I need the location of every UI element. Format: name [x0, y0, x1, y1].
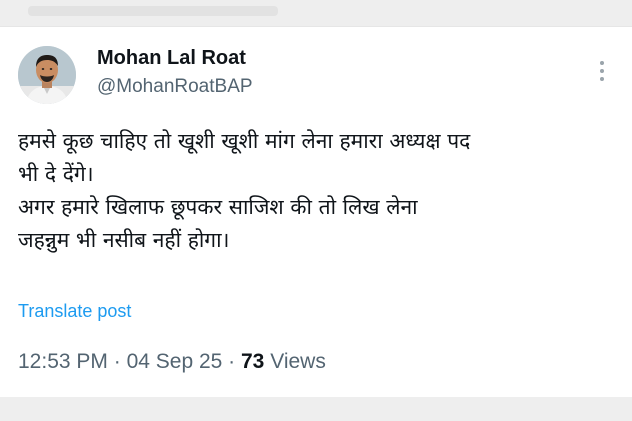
post-text-line: हमसे कूछ चाहिए तो खूशी खूशी मांग लेना हम…: [18, 129, 471, 153]
post-text-line: अगर हमारे खिलाफ छूपकर साजिश की तो लिख ले…: [18, 195, 418, 219]
post-text-line: भी दे देंगे।: [18, 162, 94, 186]
views-label: Views: [270, 350, 326, 373]
avatar[interactable]: [18, 46, 76, 104]
post-date[interactable]: 04 Sep 25: [127, 350, 223, 373]
more-dot: [600, 61, 604, 65]
post-time[interactable]: 12:53 PM: [18, 350, 108, 373]
author-handle[interactable]: @MohanRoatBAP: [97, 76, 253, 98]
post-text: हमसे कूछ चाहिए तो खूशी खूशी मांग लेना हम…: [18, 125, 618, 257]
profile-photo-icon: [18, 46, 76, 104]
more-dot: [600, 69, 604, 73]
views-count: 73: [241, 350, 265, 373]
post-text-line: जहन्नुम भी नसीब नहीं होगा।: [18, 228, 230, 252]
author-name[interactable]: Mohan Lal Roat: [97, 47, 246, 70]
post-metadata: 12:53 PM · 04 Sep 25 · 73 Views: [18, 350, 326, 374]
meta-separator: ·: [222, 350, 241, 373]
post-card: Mohan Lal Roat @MohanRoatBAP हमसे कूछ चा…: [0, 26, 632, 398]
meta-separator: ·: [107, 350, 127, 373]
bottom-background-strip: [0, 397, 632, 421]
top-background-strip: [0, 0, 632, 26]
more-dot: [600, 77, 604, 81]
cropped-content-blur: [28, 6, 278, 16]
translate-post-link[interactable]: Translate post: [18, 301, 131, 322]
more-vertical-icon[interactable]: [590, 57, 614, 85]
